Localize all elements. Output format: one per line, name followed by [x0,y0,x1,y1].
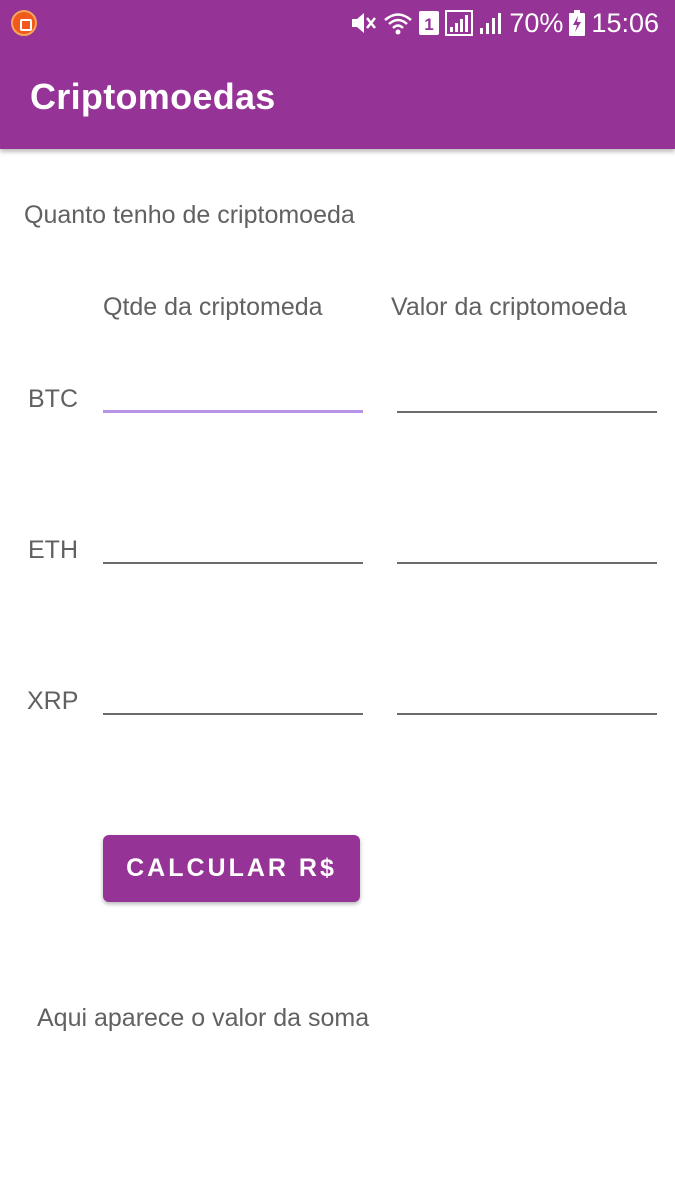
xrp-qty-input[interactable] [103,675,363,715]
app-bar: Criptomoedas [0,46,675,149]
wifi-icon [383,10,413,36]
clock: 15:06 [591,8,659,38]
eth-qty-input[interactable] [103,524,363,564]
form-heading: Quanto tenho de criptomoeda [24,201,355,229]
btc-qty-input[interactable] [103,373,363,413]
signal-icon [445,10,474,36]
row-label-eth: ETH [28,536,78,564]
eth-price-input[interactable] [397,524,657,564]
xrp-price-input[interactable] [397,675,657,715]
app-notification-icon [11,10,37,36]
row-label-xrp: XRP [27,687,79,715]
battery-charging-icon [569,10,586,36]
column-header-qty: Qtde da criptomeda [103,293,323,321]
mute-icon [349,10,377,36]
page-title: Criptomoedas [30,76,276,117]
result-text: Aqui aparece o valor da soma [37,1004,370,1032]
status-icons: 1 70% 15:06 [349,0,659,46]
sim-1-icon: 1 [419,11,440,35]
btc-price-input[interactable] [397,373,657,413]
calculate-button[interactable]: CALCULAR R$ [103,835,360,902]
column-header-price: Valor da criptomoeda [391,293,627,321]
battery-percent: 70% [509,8,564,38]
signal-2-icon [479,10,503,36]
sim-slot-label: 1 [425,15,434,34]
row-label-btc: BTC [28,385,78,413]
status-bar: 1 70% 15:06 [0,0,675,46]
